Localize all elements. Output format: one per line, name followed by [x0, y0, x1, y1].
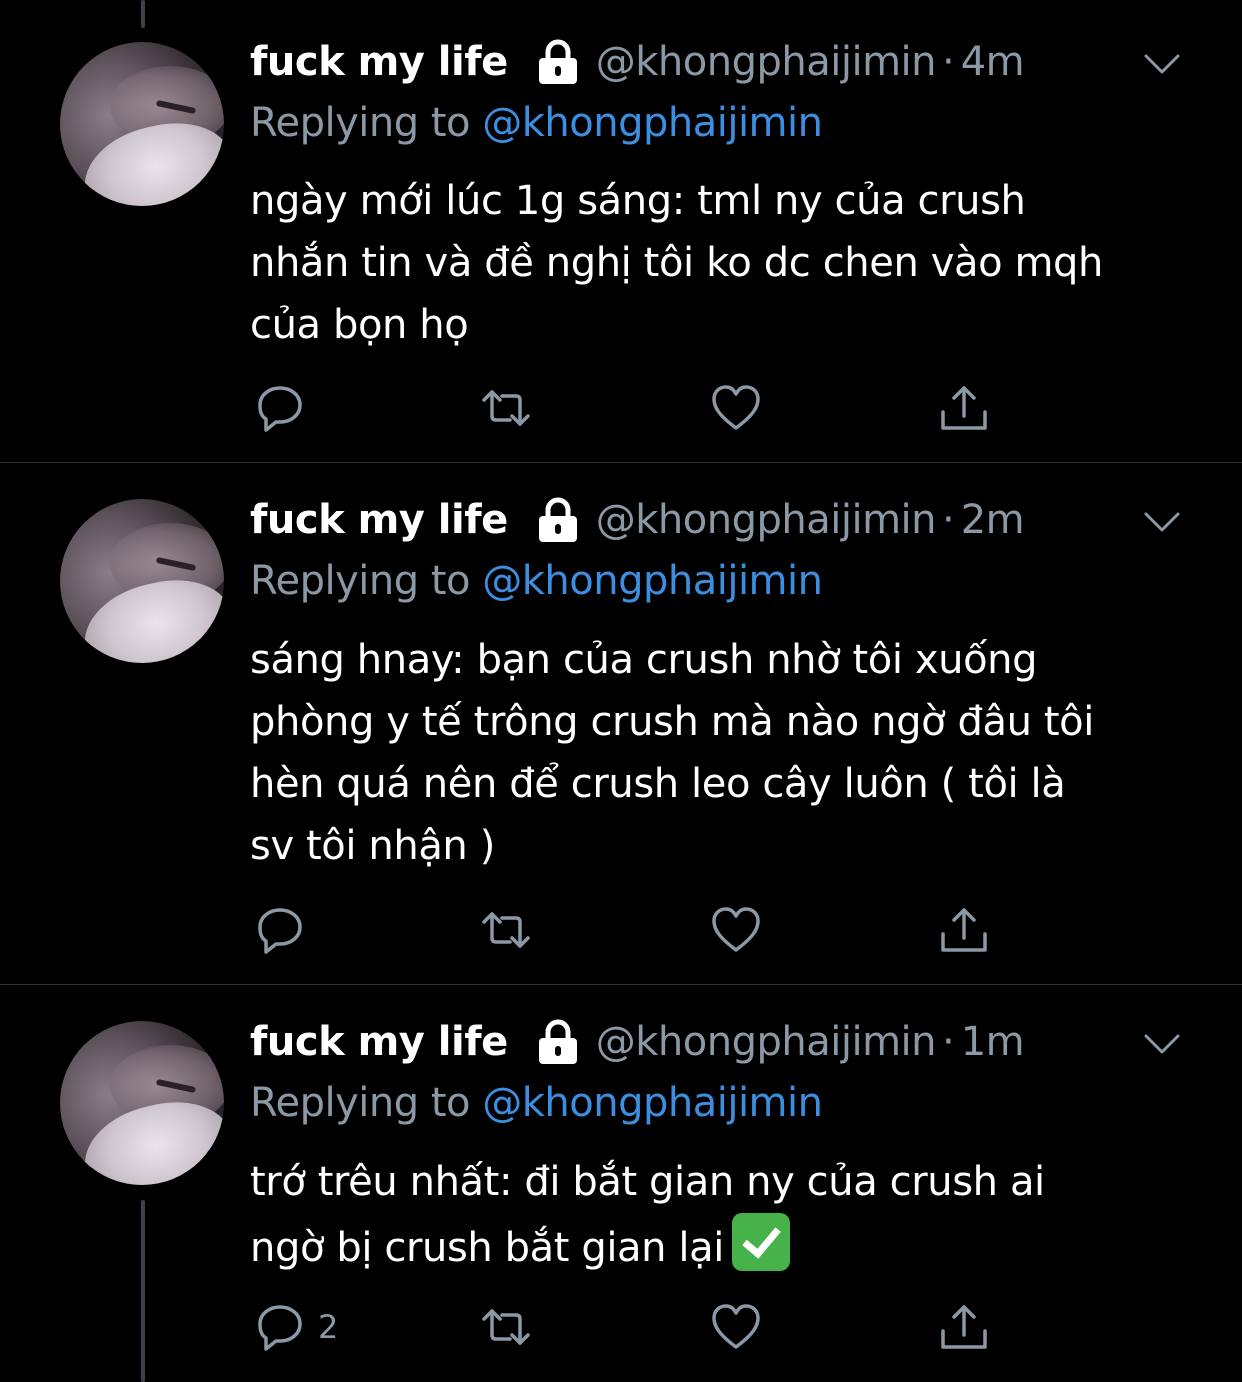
- separator-dot: ·: [942, 39, 955, 85]
- tweet-header: fuck my life @khongphaijimin · 2m: [250, 490, 1025, 550]
- retweet-icon: [482, 1309, 530, 1345]
- avatar[interactable]: [60, 42, 224, 206]
- display-name[interactable]: fuck my life: [250, 39, 508, 85]
- reply-icon: [258, 1305, 302, 1351]
- tweet-header: fuck my life @khongphaijimin · 1m: [250, 1012, 1025, 1072]
- like-button[interactable]: [710, 378, 762, 438]
- heart-icon: [712, 385, 760, 430]
- replying-to: Replying to @khongphaijimin: [250, 100, 823, 146]
- tweet-text: ngày mới lúc 1g sáng: tml ny của crush n…: [250, 170, 1210, 356]
- timestamp[interactable]: 4m: [961, 39, 1025, 85]
- tweet-text-line: hèn quá nên để crush leo cây luôn ( tôi …: [250, 761, 1066, 807]
- share-icon: [941, 1305, 987, 1349]
- reply-button[interactable]: 2: [254, 1297, 338, 1357]
- lock-icon: [538, 1019, 577, 1064]
- reply-icon: [258, 386, 302, 432]
- tweet[interactable]: fuck my life @khongphaijimin · 1m Replyi…: [0, 985, 1242, 1382]
- tweet-text-line: nhắn tin và đề nghị tôi ko dc chen vào m…: [250, 240, 1103, 286]
- timestamp[interactable]: 1m: [961, 1019, 1025, 1065]
- replying-to: Replying to @khongphaijimin: [250, 558, 823, 604]
- tweet[interactable]: fuck my life @khongphaijimin · 4m Replyi…: [0, 0, 1242, 462]
- tweet-text-line: phòng y tế trông crush mà nào ngờ đâu tô…: [250, 699, 1094, 745]
- handle[interactable]: @khongphaijimin: [596, 497, 937, 543]
- reply-button[interactable]: [254, 900, 306, 960]
- chevron-down-icon[interactable]: [1142, 510, 1182, 534]
- separator-dot: ·: [942, 497, 955, 543]
- tweet-text-line: sv tôi nhận ): [250, 823, 495, 869]
- tweet-text: sáng hnay: bạn của crush nhờ tôi xuống p…: [250, 629, 1210, 877]
- tweet-text-line: ngờ bị crush bắt gian lại: [250, 1225, 724, 1271]
- reply-icon: [258, 908, 302, 954]
- mention-link[interactable]: @khongphaijimin: [482, 558, 823, 604]
- reply-count: 2: [318, 1308, 339, 1346]
- lock-icon: [538, 497, 577, 542]
- mention-link[interactable]: @khongphaijimin: [482, 1080, 823, 1126]
- lock-icon: [538, 39, 577, 84]
- share-button[interactable]: [938, 1297, 990, 1357]
- heart-icon: [712, 1304, 760, 1349]
- replying-label: Replying to: [250, 100, 471, 146]
- tweet[interactable]: fuck my life @khongphaijimin · 2m Replyi…: [0, 463, 1242, 983]
- handle[interactable]: @khongphaijimin: [596, 1019, 937, 1065]
- retweet-button[interactable]: [480, 900, 532, 960]
- tweet-text-line: trớ trêu nhất: đi bắt gian ny của crush …: [250, 1159, 1045, 1205]
- timestamp[interactable]: 2m: [961, 497, 1025, 543]
- replying-label: Replying to: [250, 1080, 471, 1126]
- mention-link[interactable]: @khongphaijimin: [482, 100, 823, 146]
- display-name[interactable]: fuck my life: [250, 1019, 508, 1065]
- replying-label: Replying to: [250, 558, 471, 604]
- chevron-down-icon[interactable]: [1142, 1032, 1182, 1056]
- like-button[interactable]: [710, 900, 762, 960]
- like-button[interactable]: [710, 1297, 762, 1357]
- retweet-icon: [482, 390, 530, 426]
- replying-to: Replying to @khongphaijimin: [250, 1080, 823, 1126]
- separator-dot: ·: [942, 1019, 955, 1065]
- handle[interactable]: @khongphaijimin: [596, 39, 937, 85]
- retweet-button[interactable]: [480, 1297, 532, 1357]
- share-icon: [941, 386, 987, 430]
- share-icon: [941, 908, 987, 952]
- tweet-text-line: ngày mới lúc 1g sáng: tml ny của crush: [250, 178, 1026, 224]
- heart-icon: [712, 907, 760, 952]
- tweet-text: trớ trêu nhất: đi bắt gian ny của crush …: [250, 1151, 1210, 1279]
- retweet-icon: [482, 912, 530, 948]
- tweet-header: fuck my life @khongphaijimin · 4m: [250, 32, 1025, 92]
- display-name[interactable]: fuck my life: [250, 497, 508, 543]
- share-button[interactable]: [938, 900, 990, 960]
- check-mark-emoji: [731, 1213, 790, 1271]
- reply-button[interactable]: [254, 378, 306, 438]
- avatar[interactable]: [60, 1021, 224, 1185]
- tweet-text-line: sáng hnay: bạn của crush nhờ tôi xuống: [250, 637, 1038, 683]
- tweet-text-line: của bọn họ: [250, 302, 469, 348]
- retweet-button[interactable]: [480, 378, 532, 438]
- avatar[interactable]: [60, 499, 224, 663]
- share-button[interactable]: [938, 378, 990, 438]
- chevron-down-icon[interactable]: [1142, 52, 1182, 76]
